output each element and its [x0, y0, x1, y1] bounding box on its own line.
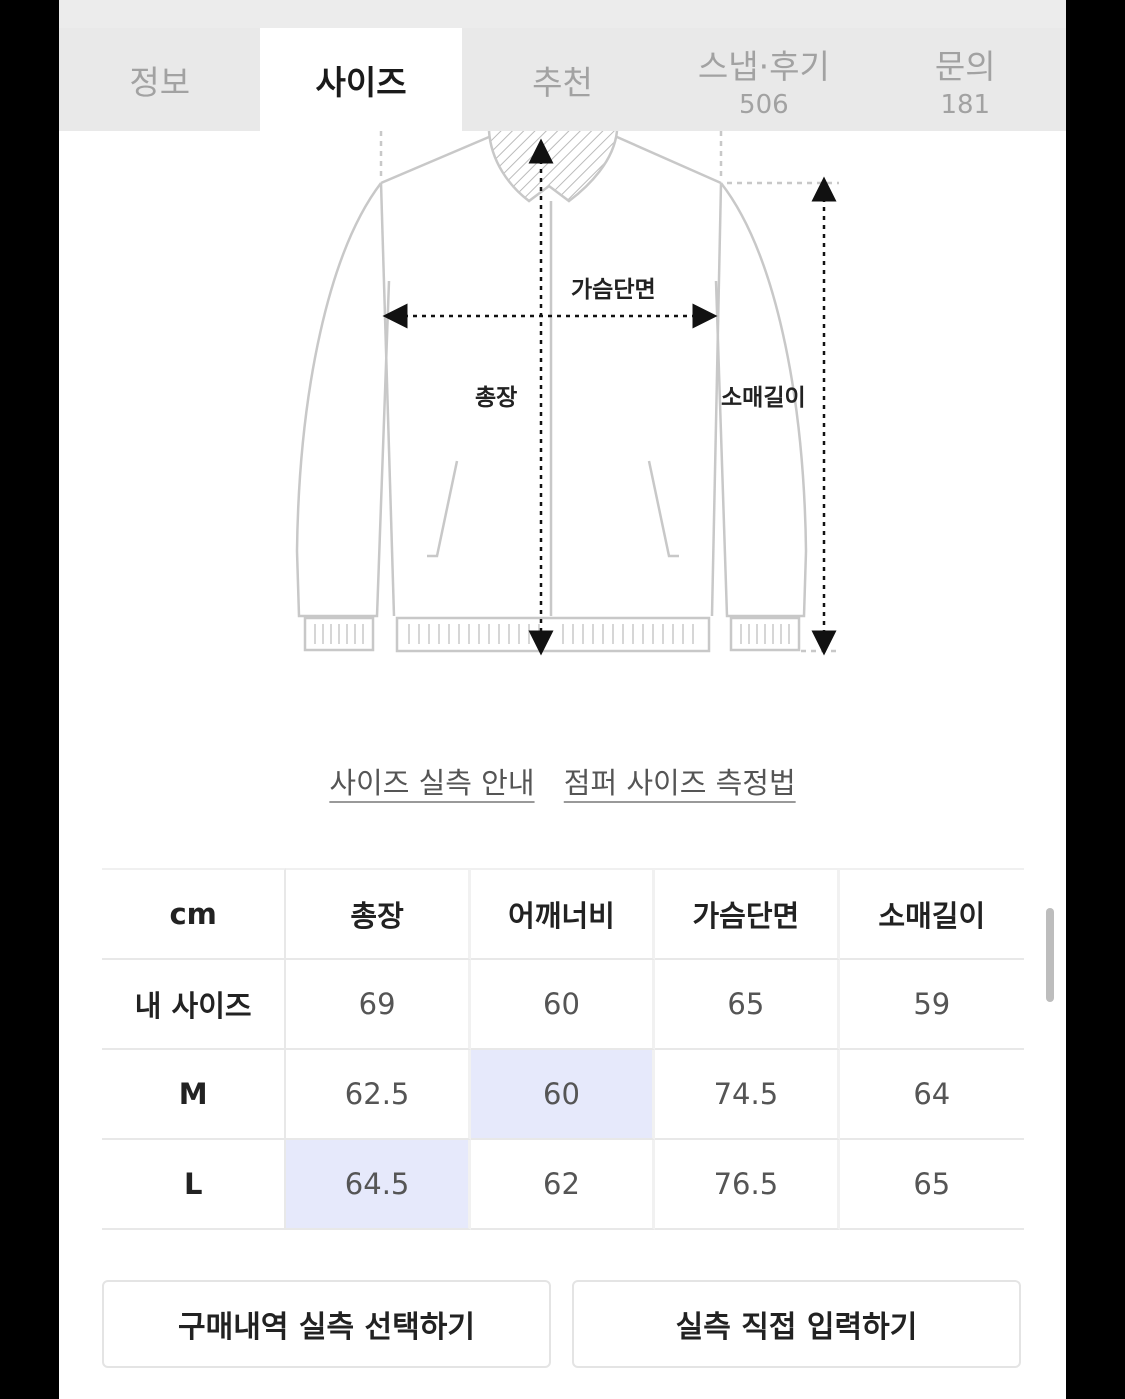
tab-count: 181 — [940, 89, 991, 120]
header-shoulder: 어깨너비 — [470, 868, 656, 960]
table-cell: 76.5 — [655, 1140, 840, 1230]
scrollbar[interactable] — [1046, 908, 1054, 1002]
size-guide-link[interactable]: 사이즈 실측 안내 — [329, 766, 534, 800]
row-label: L — [102, 1140, 287, 1230]
table-cell: 60 — [470, 960, 656, 1050]
size-table: cm 총장 어깨너비 가슴단면 소매길이 내 사이즈 69 60 65 59 M… — [102, 868, 1024, 1230]
tab-info[interactable]: 정보 — [59, 28, 260, 131]
row-label: 내 사이즈 — [102, 960, 287, 1050]
tab-label: 사이즈 — [315, 62, 407, 102]
tab-count: 506 — [739, 89, 789, 120]
table-cell-highlighted: 60 — [470, 1050, 656, 1140]
table-cell: 69 — [286, 960, 471, 1050]
measure-method-link[interactable]: 점퍼 사이즈 측정법 — [564, 766, 796, 800]
table-row-my-size: 내 사이즈 69 60 65 59 — [102, 960, 1024, 1050]
tab-label: 추천 — [532, 62, 593, 102]
button-label: 구매내역 실측 선택하기 — [178, 1310, 475, 1345]
header-chest: 가슴단면 — [655, 868, 840, 960]
tab-label: 스냅·후기 — [697, 46, 830, 86]
table-cell: 65 — [655, 960, 840, 1050]
tab-size[interactable]: 사이즈 — [260, 28, 462, 131]
chest-label: 가슴단면 — [571, 277, 656, 303]
table-cell: 59 — [839, 960, 1024, 1050]
table-row-m: M 62.5 60 74.5 64 — [102, 1050, 1024, 1140]
guide-links: 사이즈 실측 안내 점퍼 사이즈 측정법 — [59, 760, 1066, 802]
tab-recommend[interactable]: 추천 — [462, 28, 663, 131]
size-screen: 정보 사이즈 추천 스냅·후기 506 문의 181 가슴단면 총장 소매길이 … — [59, 0, 1066, 1399]
tab-label: 문의 — [934, 46, 996, 86]
table-cell: 62 — [470, 1140, 656, 1230]
table-cell-highlighted: 64.5 — [286, 1140, 471, 1230]
jacket-measurement-diagram: 가슴단면 총장 소매길이 — [59, 130, 1066, 691]
header-sleeve: 소매길이 — [839, 868, 1024, 960]
tab-bar: 정보 사이즈 추천 스냅·후기 506 문의 181 — [59, 28, 1066, 131]
length-label: 총장 — [475, 385, 517, 411]
header-unit: cm — [102, 868, 287, 960]
tab-inquiry[interactable]: 문의 181 — [865, 28, 1066, 131]
table-row-l: L 64.5 62 76.5 65 — [102, 1140, 1024, 1230]
button-label: 실측 직접 입력하기 — [675, 1310, 918, 1345]
sleeve-label: 소매길이 — [721, 385, 806, 411]
table-cell: 64 — [839, 1050, 1024, 1140]
row-label: M — [102, 1050, 287, 1140]
table-cell: 62.5 — [286, 1050, 471, 1140]
table-cell: 74.5 — [655, 1050, 840, 1140]
table-cell: 65 — [839, 1140, 1024, 1230]
jacket-illustration: 가슴단면 총장 소매길이 — [295, 130, 839, 656]
table-header-row: cm 총장 어깨너비 가슴단면 소매길이 — [102, 868, 1024, 960]
purchase-history-measure-button[interactable]: 구매내역 실측 선택하기 — [102, 1280, 551, 1368]
header-length: 총장 — [286, 868, 471, 960]
manual-measure-input-button[interactable]: 실측 직접 입력하기 — [572, 1280, 1021, 1368]
top-strip — [59, 0, 1066, 28]
tab-snap-review[interactable]: 스냅·후기 506 — [663, 28, 864, 131]
tab-label: 정보 — [129, 62, 191, 102]
